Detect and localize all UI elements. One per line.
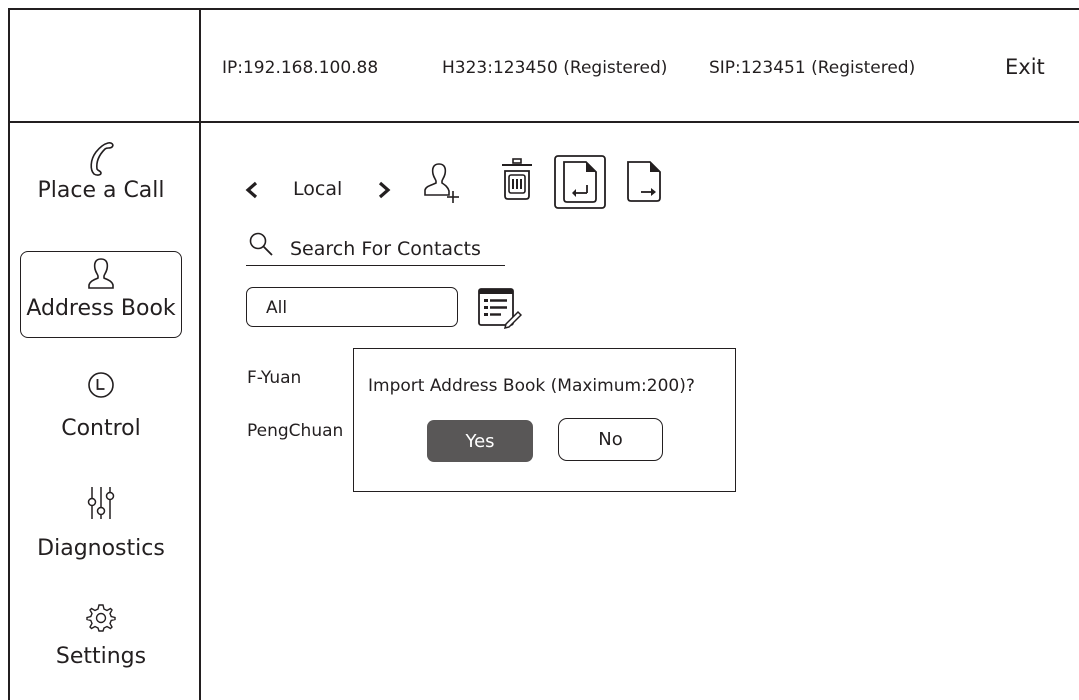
- sidebar-item-label: Diagnostics: [37, 536, 165, 561]
- import-confirm-dialog: Import Address Book (Maximum:200)? Yes N…: [353, 348, 736, 492]
- sliders-icon: [87, 487, 115, 519]
- sidebar-item-diagnostics[interactable]: Diagnostics: [20, 484, 182, 561]
- yes-button[interactable]: Yes: [427, 420, 533, 462]
- sidebar-item-control[interactable]: Control: [20, 366, 182, 441]
- sidebar-item-label: Address Book: [26, 296, 176, 321]
- trash-icon[interactable]: [499, 157, 535, 201]
- clock-icon: [88, 372, 114, 398]
- sip-status: SIP:123451 (Registered): [709, 58, 916, 78]
- contact-item[interactable]: PengChuan: [247, 421, 343, 441]
- no-button[interactable]: No: [558, 418, 663, 461]
- sidebar-item-address-book[interactable]: Address Book: [20, 251, 182, 338]
- phone-icon: [90, 142, 114, 176]
- ip-status: IP:192.168.100.88: [222, 58, 379, 78]
- search-field[interactable]: Search For Contacts: [246, 229, 505, 266]
- search-icon: [249, 232, 273, 256]
- person-icon: [88, 258, 114, 289]
- location-label: Local: [293, 178, 343, 200]
- sidebar-divider: [199, 8, 201, 700]
- sidebar-item-label: Settings: [55, 644, 147, 669]
- sidebar-item-label: Place a Call: [37, 178, 165, 203]
- contact-item[interactable]: F-Yuan: [247, 368, 301, 388]
- chevron-right-icon[interactable]: [376, 180, 392, 200]
- sidebar-item-place-a-call[interactable]: Place a Call: [20, 138, 182, 203]
- header-divider: [8, 121, 1079, 123]
- exit-button[interactable]: Exit: [1005, 55, 1045, 79]
- group-filter-select[interactable]: All: [246, 287, 458, 327]
- import-icon[interactable]: [554, 155, 606, 209]
- dialog-message: Import Address Book (Maximum:200)?: [368, 376, 695, 396]
- export-icon[interactable]: [625, 160, 663, 202]
- add-contact-icon[interactable]: [422, 160, 460, 204]
- group-filter-value: All: [266, 298, 288, 318]
- h323-status: H323:123450 (Registered): [442, 58, 668, 78]
- sidebar-item-settings[interactable]: Settings: [20, 600, 182, 669]
- search-placeholder: Search For Contacts: [290, 238, 481, 260]
- sidebar-item-label: Control: [61, 416, 141, 441]
- gear-icon: [86, 604, 116, 632]
- edit-list-icon[interactable]: [476, 286, 522, 332]
- chevron-left-icon[interactable]: [244, 180, 260, 200]
